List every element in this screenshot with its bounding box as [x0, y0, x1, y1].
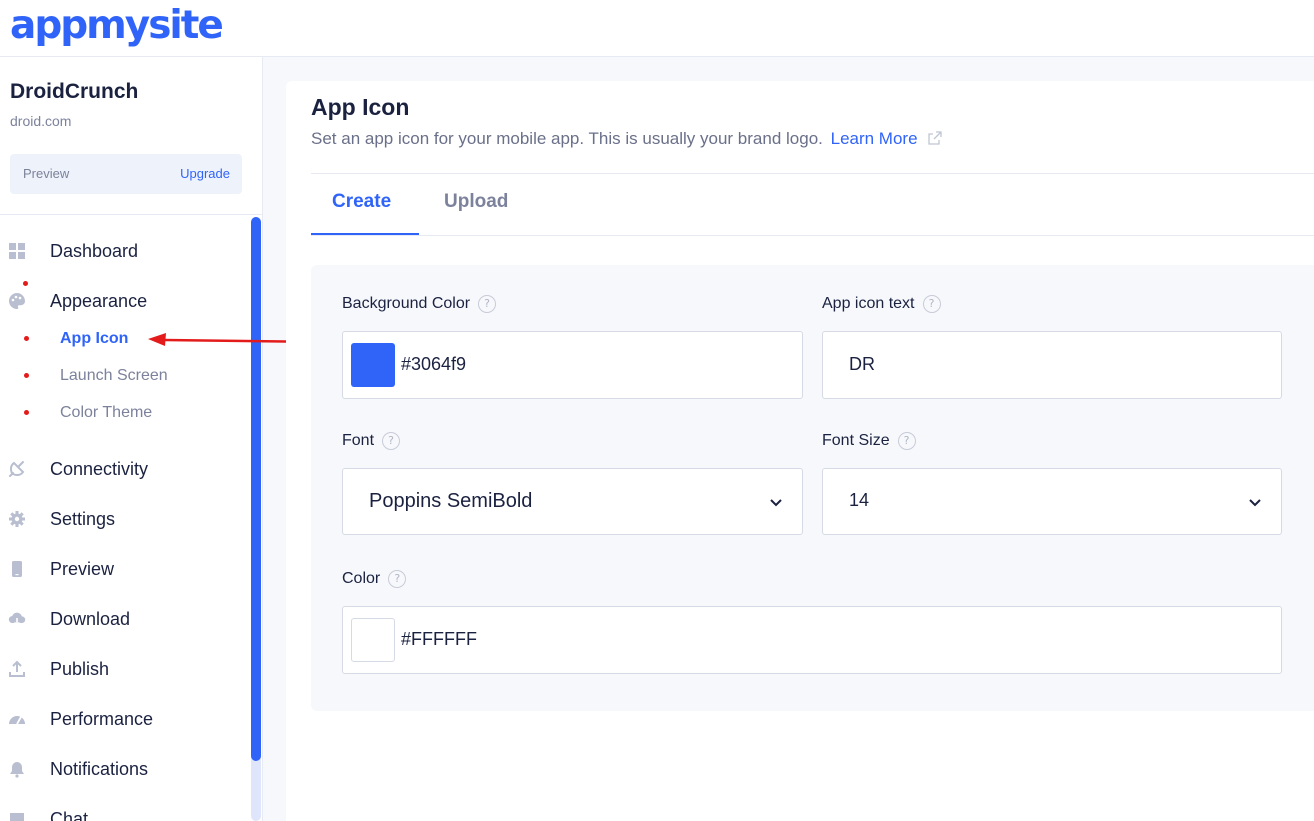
bg-color-label: Background Color? [342, 295, 497, 313]
palette-icon [8, 292, 26, 310]
sidebar-subitem-label: Launch Screen [60, 367, 168, 384]
font-label-text: Font [342, 432, 375, 449]
help-icon[interactable]: ? [388, 570, 407, 588]
help-icon[interactable]: ? [897, 432, 916, 450]
sidebar-item-label: Settings [50, 509, 116, 529]
icon-text-input[interactable]: DR [822, 331, 1282, 399]
text-color-label: Color? [342, 570, 407, 588]
active-tab-indicator [311, 233, 419, 235]
sidebar-item-dashboard[interactable]: Dashboard [0, 233, 245, 269]
tab-upload[interactable]: Upload [444, 191, 508, 213]
grid-icon [8, 242, 26, 260]
site-name: DroidCrunch [10, 80, 139, 103]
gauge-icon [8, 710, 26, 728]
sidebar-item-label: Dashboard [50, 241, 139, 261]
text-color-label-text: Color [342, 570, 381, 587]
help-icon[interactable]: ? [478, 295, 497, 313]
sidebar-item-label: Chat [50, 809, 89, 821]
sidebar-subitem-label: App Icon [60, 330, 129, 347]
plan-box: Preview Upgrade [10, 154, 242, 194]
sidebar-item-publish[interactable]: Publish [0, 651, 245, 687]
tab-create[interactable]: Create [332, 191, 391, 213]
sidebar-item-appearance[interactable]: Appearance [0, 281, 245, 319]
icon-text-label-text: App icon text [822, 295, 915, 312]
alert-dot [24, 336, 29, 341]
font-label: Font? [342, 432, 401, 450]
font-size-select[interactable]: 14 [822, 468, 1282, 535]
cloud-download-icon [8, 610, 26, 628]
sidebar-item-label: Notifications [50, 759, 149, 779]
external-link-icon[interactable] [928, 131, 942, 145]
sidebar-subitem-label: Color Theme [60, 404, 153, 421]
sidebar-item-notifications[interactable]: Notifications [0, 751, 245, 787]
font-select-value: Poppins SemiBold [369, 490, 533, 512]
bell-icon [8, 760, 26, 778]
sidebar-subitem-color-theme[interactable]: Color Theme [0, 399, 245, 427]
sidebar-item-preview[interactable]: Preview [0, 551, 245, 587]
page-subtitle: Set an app icon for your mobile app. Thi… [311, 129, 942, 149]
upgrade-link[interactable]: Upgrade [180, 166, 230, 181]
bg-color-input[interactable]: #3064f9 [342, 331, 803, 399]
alert-dot [23, 281, 28, 286]
icon-settings-panel: Background Color? #3064f9 App icon text?… [311, 265, 1314, 711]
upload-icon [8, 660, 26, 678]
alert-dot [24, 373, 29, 378]
help-icon[interactable]: ? [382, 432, 401, 450]
font-size-label: Font Size? [822, 432, 916, 450]
sidebar-item-label: Preview [50, 559, 115, 579]
main-card: App Icon Set an app icon for your mobile… [286, 81, 1314, 821]
chevron-down-icon [1247, 494, 1263, 510]
bg-color-label-text: Background Color [342, 295, 471, 312]
site-url: droid.com [10, 113, 72, 129]
icon-text-value: DR [849, 354, 875, 374]
plug-icon [8, 460, 26, 478]
sidebar-item-chat[interactable]: Chat [0, 801, 245, 821]
plan-preview-link[interactable]: Preview [23, 166, 69, 181]
sidebar-item-download[interactable]: Download [0, 601, 245, 637]
sidebar-item-settings[interactable]: Settings [0, 501, 245, 537]
bg-color-swatch[interactable] [351, 343, 395, 387]
sidebar-item-label: Download [50, 609, 131, 629]
font-size-select-value: 14 [849, 490, 870, 510]
chevron-down-icon [768, 494, 784, 510]
page-title: App Icon [311, 94, 410, 120]
sidebar-item-label: Connectivity [50, 459, 149, 479]
icon-text-label: App icon text? [822, 295, 941, 313]
help-icon[interactable]: ? [922, 295, 941, 313]
tabs-divider [311, 235, 1314, 236]
sidebar-item-performance[interactable]: Performance [0, 701, 245, 737]
learn-more-link[interactable]: Learn More [831, 129, 918, 148]
top-bar: appmysite [0, 0, 1314, 57]
font-size-label-text: Font Size [822, 432, 890, 449]
alert-dot [24, 410, 29, 415]
font-select[interactable]: Poppins SemiBold [342, 468, 803, 535]
sidebar: DroidCrunch droid.com Preview Upgrade Da… [0, 57, 263, 821]
text-color-input[interactable]: #FFFFFF [342, 606, 1282, 674]
brand-logo[interactable]: appmysite [10, 3, 224, 48]
page-subtitle-text: Set an app icon for your mobile app. Thi… [311, 129, 823, 148]
sidebar-item-label: Performance [50, 709, 154, 729]
sidebar-subitem-launch-screen[interactable]: Launch Screen [0, 362, 245, 390]
chat-icon [8, 810, 26, 821]
sidebar-divider [0, 214, 262, 215]
phone-icon [8, 560, 26, 578]
text-color-value: #FFFFFF [401, 629, 477, 649]
sidebar-item-label: Appearance [50, 291, 148, 311]
bg-color-value: #3064f9 [401, 354, 467, 374]
sidebar-item-connectivity[interactable]: Connectivity [0, 451, 245, 487]
divider [311, 173, 1314, 174]
text-color-swatch[interactable] [351, 618, 395, 662]
gear-icon [8, 510, 26, 528]
sidebar-item-label: Publish [50, 659, 110, 679]
sidebar-scrollbar-thumb[interactable] [251, 217, 261, 761]
